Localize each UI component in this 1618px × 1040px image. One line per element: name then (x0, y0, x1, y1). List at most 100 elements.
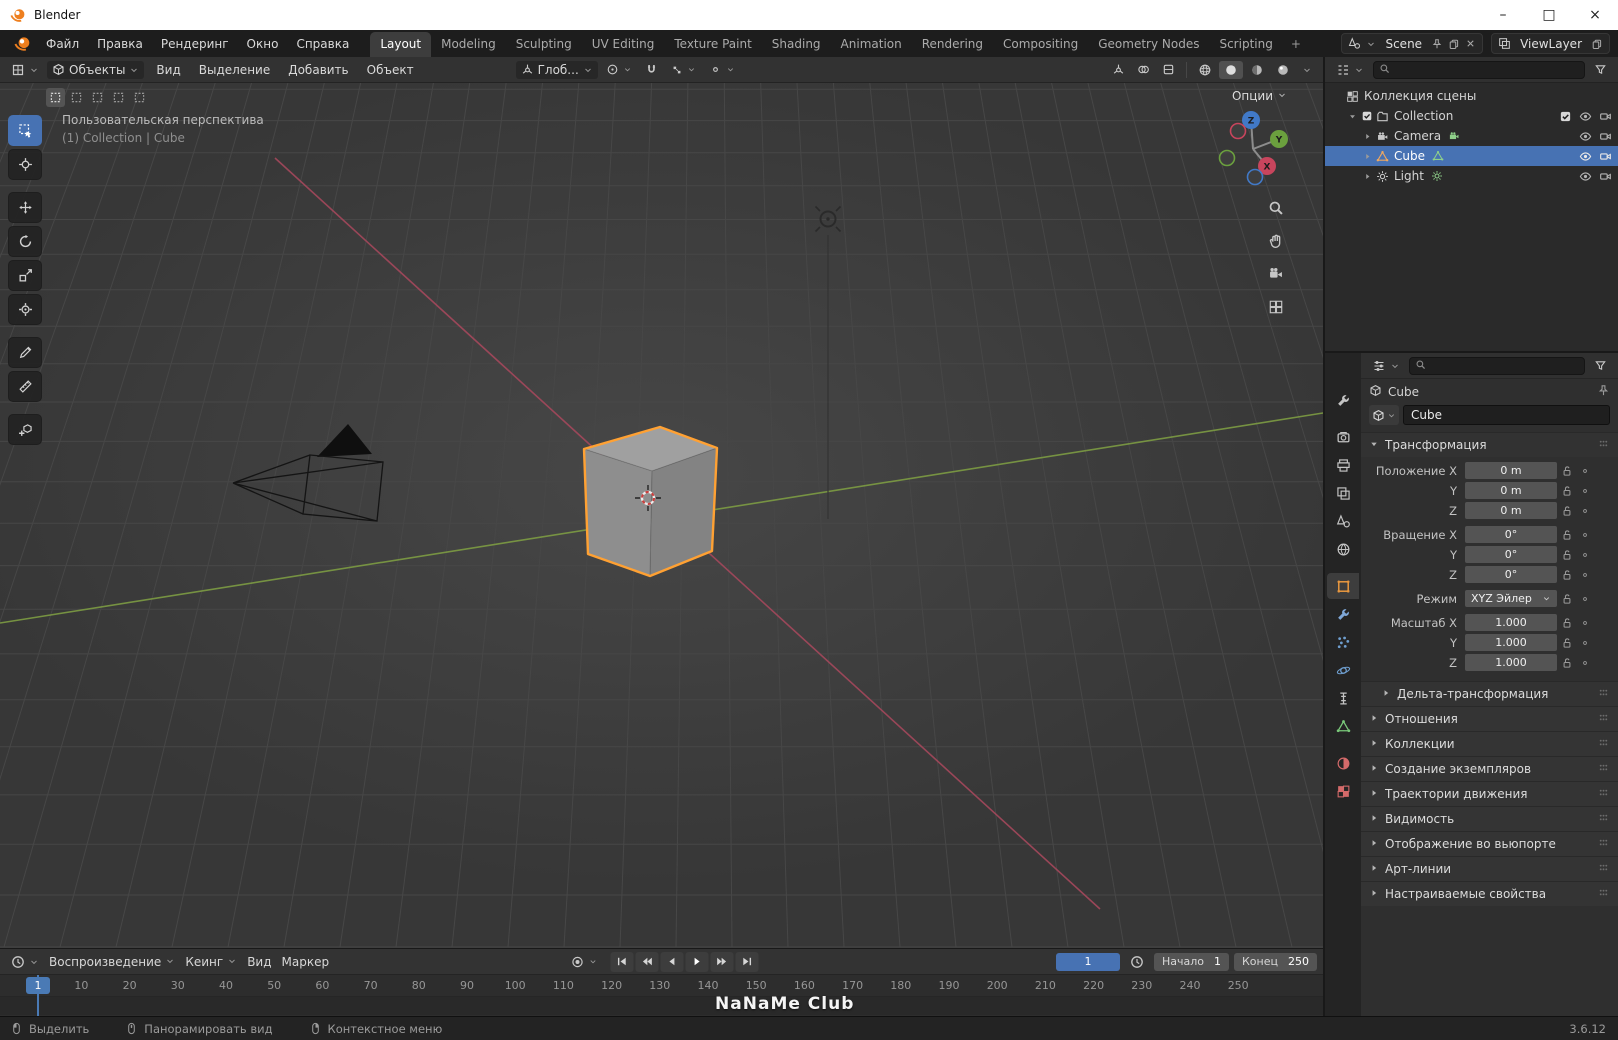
section-delta-transform[interactable]: Дельта-трансформация (1361, 681, 1618, 706)
outliner-filter-button[interactable] (1589, 61, 1612, 78)
properties-tab-world[interactable] (1327, 536, 1359, 562)
section-transform[interactable]: Трансформация (1361, 432, 1618, 457)
select-mode-invert-button[interactable] (109, 88, 128, 107)
scale-y-field[interactable]: 1.000 (1465, 634, 1557, 651)
zoom-button[interactable] (1265, 197, 1287, 219)
animate-dot-icon[interactable] (1577, 618, 1593, 628)
scale-x-field[interactable]: 1.000 (1465, 614, 1557, 631)
snap-toggle[interactable] (640, 61, 663, 78)
next-keyframe-button[interactable] (710, 951, 733, 972)
workspace-tab-animation[interactable]: Animation (831, 32, 912, 57)
gizmo-minus-y-axis[interactable] (1218, 149, 1236, 167)
snap-settings-dropdown[interactable] (666, 62, 701, 78)
lock-icon[interactable] (1557, 593, 1577, 605)
shading-dropdown[interactable] (1297, 63, 1317, 77)
scene-name[interactable]: Scene (1381, 37, 1426, 51)
workspace-tab-compositing[interactable]: Compositing (993, 32, 1088, 57)
properties-tab-texture[interactable] (1327, 778, 1359, 804)
workspace-tab-uv-editing[interactable]: UV Editing (582, 32, 665, 57)
camera-restrict-icon[interactable] (1599, 130, 1612, 143)
viewlayer-icon[interactable] (1498, 37, 1511, 50)
properties-tab-constraints[interactable] (1327, 685, 1359, 711)
location-y-field[interactable]: 0 m (1465, 482, 1557, 499)
outliner-row-scene-collection[interactable]: Коллекция сцены (1325, 86, 1618, 106)
outliner-row-camera[interactable]: Camera (1325, 126, 1618, 146)
section-visibility[interactable]: Видимость (1361, 806, 1618, 831)
preview-range-button[interactable] (1125, 953, 1149, 971)
shading-solid-button[interactable] (1219, 60, 1243, 79)
timeline-channels[interactable] (0, 997, 1323, 1015)
3d-viewport[interactable]: Пользовательская перспектива (1) Collect… (0, 83, 1323, 948)
tool-measure[interactable] (8, 371, 42, 402)
jump-start-button[interactable] (610, 951, 633, 972)
tool-cursor[interactable] (8, 149, 42, 180)
timeline-body[interactable]: 10 20 30 40 50 60 70 80 90 100 110 120 130 140 150 160 1… (0, 975, 1323, 1016)
frame-start-field[interactable]: Начало 1 (1153, 952, 1229, 971)
show-overlays-toggle[interactable] (1132, 61, 1155, 78)
outliner-item-label[interactable]: Cube (1392, 149, 1425, 163)
properties-tab-output[interactable] (1327, 452, 1359, 478)
frame-ruler[interactable]: 10 20 30 40 50 60 70 80 90 100 110 120 130 140 150 160 1… (0, 975, 1323, 997)
menu-window[interactable]: Окно (238, 34, 288, 54)
gizmo-minus-x-axis[interactable] (1229, 122, 1247, 140)
scene-browse-chevron-icon[interactable] (1366, 39, 1376, 49)
section-instancing[interactable]: Создание экземпляров (1361, 756, 1618, 781)
menu-edit[interactable]: Правка (88, 34, 152, 54)
shading-wireframe-button[interactable] (1193, 61, 1217, 79)
select-mode-extend-button[interactable] (67, 88, 86, 107)
grip-icon[interactable] (1597, 861, 1610, 877)
options-dropdown[interactable]: Опции (1232, 89, 1287, 103)
blender-menu-icon[interactable] (8, 35, 37, 52)
grip-icon[interactable] (1597, 836, 1610, 852)
playhead[interactable]: 1 (26, 975, 50, 1016)
animate-dot-icon[interactable] (1577, 530, 1593, 540)
proportional-editing-toggle[interactable] (704, 61, 740, 78)
toggle-ortho-button[interactable] (1265, 296, 1287, 318)
grip-icon[interactable] (1597, 736, 1610, 752)
outliner-row-light[interactable]: Light (1325, 166, 1618, 186)
select-mode-new-button[interactable] (46, 88, 65, 107)
viewport-menu-object[interactable]: Объект (358, 60, 423, 80)
properties-tab-view-layer[interactable] (1327, 480, 1359, 506)
menu-file[interactable]: Файл (37, 34, 88, 54)
properties-search[interactable] (1409, 356, 1585, 375)
grip-icon[interactable] (1597, 886, 1610, 902)
section-collections[interactable]: Коллекции (1361, 731, 1618, 756)
workspace-tab-sculpting[interactable]: Sculpting (506, 32, 582, 57)
grip-icon[interactable] (1597, 786, 1610, 802)
properties-tab-object[interactable] (1327, 573, 1359, 599)
workspace-tab-layout[interactable]: Layout (370, 32, 432, 57)
pin-icon[interactable] (1597, 384, 1610, 400)
camera-restrict-icon[interactable] (1599, 170, 1612, 183)
marker-menu[interactable]: Маркер (277, 953, 335, 971)
lock-icon[interactable] (1557, 529, 1577, 541)
properties-tab-tool[interactable] (1327, 387, 1359, 413)
scale-z-field[interactable]: 1.000 (1465, 654, 1557, 671)
playback-menu[interactable]: Воспроизведение (44, 953, 180, 971)
object-type-dropdown[interactable] (1369, 405, 1399, 425)
prev-frame-button[interactable] (660, 951, 683, 972)
lock-icon[interactable] (1557, 657, 1577, 669)
pan-button[interactable] (1265, 230, 1287, 252)
select-mode-subtract-button[interactable] (88, 88, 107, 107)
tool-transform[interactable] (8, 294, 42, 325)
prev-keyframe-button[interactable] (635, 951, 658, 972)
lock-icon[interactable] (1557, 569, 1577, 581)
outliner-item-label[interactable]: Коллекция сцены (1362, 89, 1476, 103)
outliner-row-collection[interactable]: Collection (1325, 106, 1618, 126)
viewport-menu-view[interactable]: Вид (147, 60, 189, 80)
workspace-tab-geometry-nodes[interactable]: Geometry Nodes (1088, 32, 1209, 57)
view-menu[interactable]: Вид (242, 953, 276, 971)
eye-icon[interactable] (1579, 110, 1592, 123)
workspace-tab-scripting[interactable]: Scripting (1209, 32, 1282, 57)
transform-pivot-selector[interactable] (601, 61, 637, 78)
grip-icon[interactable] (1597, 761, 1610, 777)
properties-tab-material[interactable] (1327, 750, 1359, 776)
animate-dot-icon[interactable] (1577, 658, 1593, 668)
properties-tab-modifiers[interactable] (1327, 601, 1359, 627)
select-mode-intersect-button[interactable] (130, 88, 149, 107)
properties-filter-button[interactable] (1589, 357, 1612, 374)
tool-move[interactable] (8, 192, 42, 223)
menu-help[interactable]: Справка (287, 34, 358, 54)
tool-add-cube[interactable] (8, 414, 42, 445)
